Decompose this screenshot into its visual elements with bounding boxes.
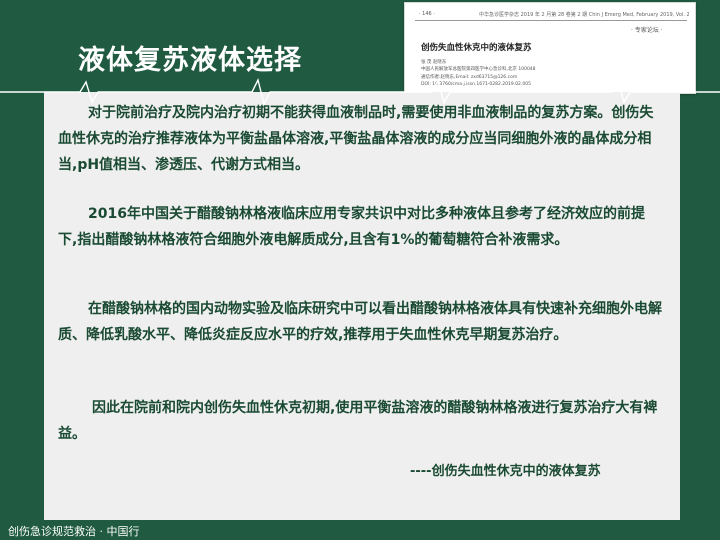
journal-rule <box>415 20 687 21</box>
paragraph-1: 对于院前治疗及院内治疗初期不能获得血液制品时,需要使用非血液制品的复苏方案。创伤… <box>58 105 654 173</box>
journal-article-title: 创伤失血性休克中的液体复苏 <box>421 43 532 53</box>
journal-section: · 专家论坛 · <box>631 27 663 34</box>
paragraph-4: 因此在院前和院内创伤失血性休克初期,使用平衡盐溶液的醋酸钠林格液进行复苏治疗大有… <box>58 400 658 442</box>
footer-text: 创伤急诊规范救治 · 中国行 <box>8 525 140 538</box>
journal-header: 中华急诊医学杂志 2019 年 2 月第 28 卷第 2 期 Chin J Em… <box>479 12 689 18</box>
slide-title: 液体复苏液体选择 <box>78 45 302 76</box>
journal-page-number: · 146 · <box>419 11 435 17</box>
paragraph-3: 在醋酸钠林格的国内动物实验及临床研究中可以看出醋酸钠林格液体具有快速补充细胞外电… <box>58 301 662 343</box>
journal-authors: 张 茂 赵晓东 <box>421 60 447 65</box>
footer-band: 创伤急诊规范救治 · 中国行 <box>0 520 720 540</box>
journal-affiliation: 中国人民解放军总医院第四医学中心急诊科,北京 100048 <box>421 67 536 72</box>
source-signature: ----创伤失血性休克中的液体复苏 <box>410 464 601 479</box>
paragraph-2: 2016年中国关于醋酸钠林格液临床应用专家共识中对比多种液体且参考了经济效应的前… <box>58 206 645 248</box>
slide: 液体复苏液体选择 · 146 · 中华急诊医学杂志 2019 年 2 月第 28… <box>0 0 720 540</box>
